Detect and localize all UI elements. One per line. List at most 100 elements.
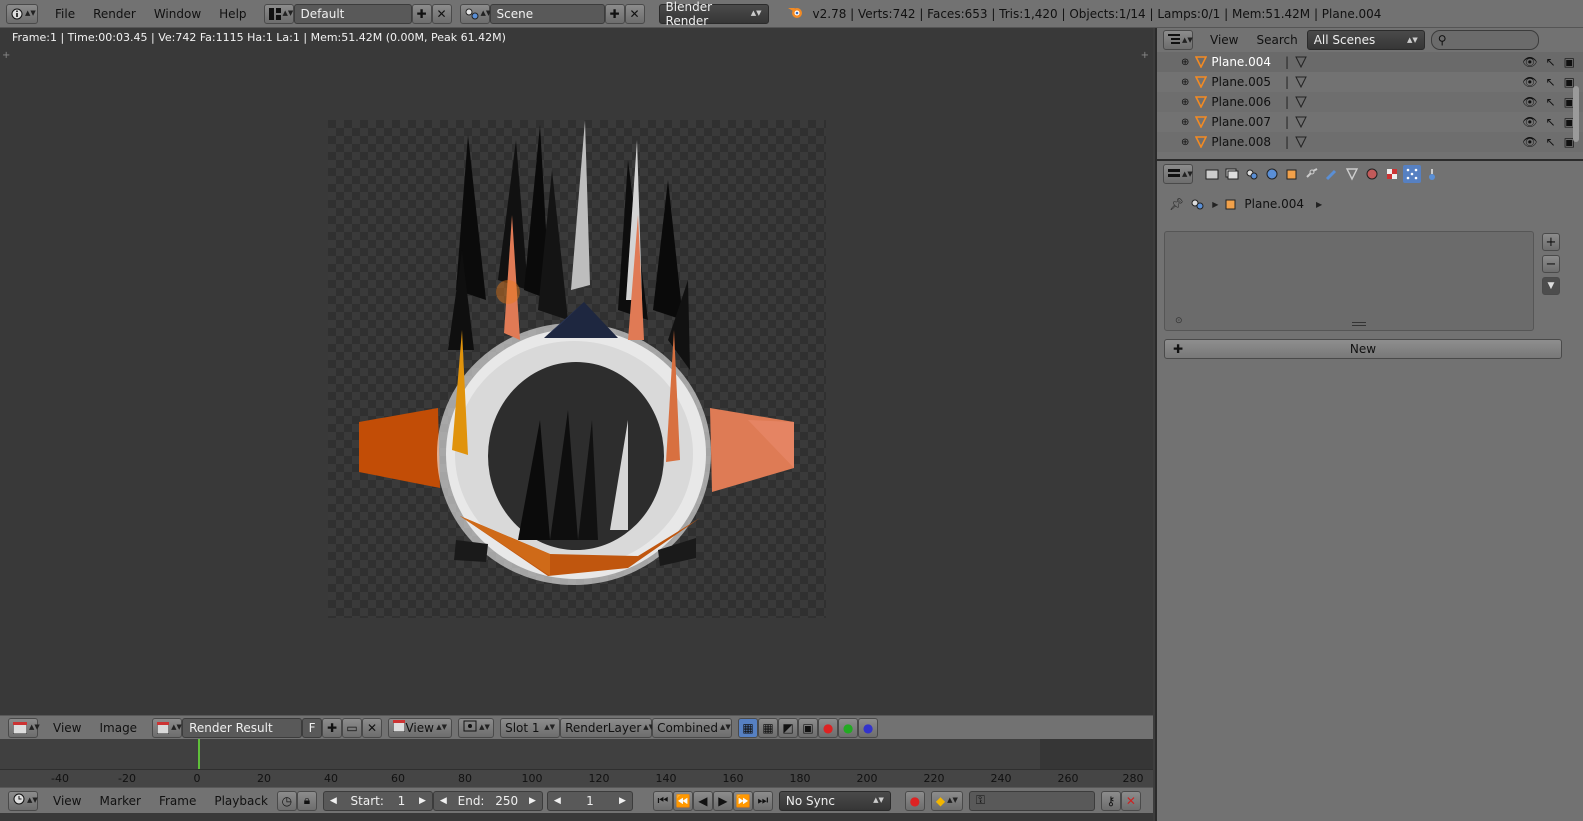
outliner-row-plane-006[interactable]: ⊕ Plane.006 | 👁︎ ↖ ▣ <box>1157 92 1583 112</box>
current-frame-line[interactable] <box>198 739 200 769</box>
render-layer-selector[interactable]: RenderLayer ▲▼ <box>560 717 654 738</box>
view-mode-selector[interactable]: View ▲▼ <box>388 717 453 738</box>
remove-slot-button[interactable]: − <box>1542 255 1560 273</box>
menu-render[interactable]: Render <box>84 7 145 21</box>
screen-layout-selector[interactable]: ▲▼ <box>263 3 294 24</box>
pivot-selector[interactable]: ▲▼ <box>458 717 495 738</box>
render-tab-icon[interactable] <box>1203 165 1221 183</box>
menu-playback[interactable]: Playback <box>205 794 277 808</box>
constraints-tab-icon[interactable] <box>1303 165 1321 183</box>
filter-options-icon[interactable]: ⊙ <box>1175 316 1183 326</box>
mesh-data-icon[interactable] <box>1295 56 1307 68</box>
render-layers-tab-icon[interactable] <box>1223 165 1241 183</box>
particles-tab-icon[interactable] <box>1403 165 1421 183</box>
eye-icon[interactable]: 👁︎ <box>1522 75 1537 89</box>
jump-keyframe-back-button[interactable]: ⏪ <box>672 790 693 811</box>
display-color-button[interactable]: ▦ <box>758 717 779 738</box>
display-alpha-button[interactable]: ◩ <box>778 717 799 738</box>
mesh-data-icon[interactable] <box>1295 136 1307 148</box>
area-corner-plus-icon[interactable]: + <box>1141 50 1149 61</box>
timeline-ruler[interactable]: -40 -20 0 20 40 60 80 100 120 140 160 18… <box>0 769 1153 787</box>
jump-end-button[interactable]: ⏭ <box>752 790 773 811</box>
remove-screen-button[interactable]: ✕ <box>431 3 452 24</box>
object-tab-icon[interactable] <box>1283 165 1301 183</box>
keying-set-selector[interactable]: ◆ ▲▼ <box>930 790 963 811</box>
outliner-row-plane-007[interactable]: ⊕ Plane.007 | 👁︎ ↖ ▣ <box>1157 112 1583 132</box>
remove-scene-button[interactable]: ✕ <box>624 3 645 24</box>
eye-icon[interactable]: 👁︎ <box>1522 55 1537 69</box>
pin-icon[interactable]: 📌︎ <box>1169 197 1184 211</box>
list-resize-grip[interactable] <box>1352 322 1366 326</box>
scene-selector[interactable]: ▲▼ <box>459 3 491 24</box>
editor-type-button[interactable]: ▲▼ <box>1163 164 1193 184</box>
display-color-alpha-button[interactable]: ▦ <box>738 717 759 738</box>
modifiers-tab-icon[interactable] <box>1323 165 1341 183</box>
display-zbuffer-button[interactable]: ▣ <box>798 717 819 738</box>
material-tab-icon[interactable] <box>1363 165 1381 183</box>
eye-icon[interactable]: 👁︎ <box>1522 115 1537 129</box>
outliner-row-plane-008[interactable]: ⊕ Plane.008 | 👁︎ ↖ ▣ <box>1157 132 1583 152</box>
image-browse-button[interactable]: ▲▼ <box>152 717 183 738</box>
delete-keyframe-button[interactable]: ✕ <box>1120 790 1141 811</box>
cursor-icon[interactable]: ↖ <box>1546 135 1556 149</box>
display-mode-selector[interactable]: All Scenes ▲▼ <box>1306 30 1425 50</box>
outliner-row-plane-004[interactable]: ⊕ Plane.004 | 👁︎ ↖ ▣ <box>1157 52 1583 72</box>
add-scene-button[interactable]: ✚ <box>604 3 625 24</box>
outliner-row-plane-005[interactable]: ⊕ Plane.005 | 👁︎ ↖ ▣ <box>1157 72 1583 92</box>
editor-type-button[interactable]: ▲▼ <box>8 717 40 738</box>
scene-name[interactable]: Scene <box>489 3 605 24</box>
unlink-image-button[interactable]: ✕ <box>362 717 383 738</box>
jump-keyframe-forward-button[interactable]: ⏩ <box>732 790 753 811</box>
eye-icon[interactable]: 👁︎ <box>1522 135 1537 149</box>
insert-keyframe-button[interactable]: ⚷ <box>1100 790 1121 811</box>
specials-menu-button[interactable]: ▼ <box>1542 277 1560 295</box>
menu-marker[interactable]: Marker <box>90 794 149 808</box>
world-tab-icon[interactable] <box>1263 165 1281 183</box>
menu-frame[interactable]: Frame <box>150 794 205 808</box>
texture-tab-icon[interactable] <box>1383 165 1401 183</box>
menu-view[interactable]: View <box>44 794 90 808</box>
render-pass-selector[interactable]: Combined ▲▼ <box>652 717 733 738</box>
blue-channel-button[interactable]: ● <box>858 717 879 738</box>
editor-type-button[interactable]: ▲▼ <box>8 790 38 811</box>
sync-mode-selector[interactable]: No Sync ▲▼ <box>778 790 891 811</box>
outliner-scrollbar[interactable] <box>1573 86 1579 142</box>
new-particle-system-button[interactable]: ✚ New <box>1164 339 1562 359</box>
expand-icon[interactable]: ⊕ <box>1181 117 1189 128</box>
physics-tab-icon[interactable] <box>1423 165 1441 183</box>
active-keying-set-field[interactable]: ⚿ <box>968 790 1095 811</box>
outliner-search-input[interactable]: ⚲ <box>1430 30 1539 50</box>
jump-start-button[interactable]: ⏮ <box>652 790 673 811</box>
image-name-field[interactable]: Render Result <box>182 717 303 738</box>
editor-type-button[interactable]: ▲▼ <box>1163 30 1193 50</box>
fake-user-toggle[interactable]: F <box>302 717 323 738</box>
menu-help[interactable]: Help <box>210 7 255 21</box>
start-frame-field[interactable]: ◀ Start: 1 ▶ <box>322 790 433 811</box>
render-result-image[interactable] <box>328 120 826 618</box>
current-frame-field[interactable]: ◀ 1 ▶ <box>546 790 633 811</box>
properties-area[interactable]: ▲▼ 📌︎ ▶ Plane.004 ▶ ⊙ + − ▼ ✚ New <box>1155 159 1583 821</box>
green-channel-button[interactable]: ● <box>838 717 859 738</box>
render-engine-selector[interactable]: Blender Render ▲▼ <box>658 0 769 28</box>
new-image-button[interactable]: ✚ <box>322 717 343 738</box>
expand-icon[interactable]: ⊕ <box>1181 77 1189 88</box>
timeline-area[interactable]: -40 -20 0 20 40 60 80 100 120 140 160 18… <box>0 739 1153 787</box>
preview-range-button[interactable]: ◷ <box>276 790 297 811</box>
menu-file[interactable]: File <box>46 7 84 21</box>
outliner-area[interactable]: ▲▼ View Search All Scenes ▲▼ ⚲ ⊕ Plane.0… <box>1155 28 1583 159</box>
cursor-icon[interactable]: ↖ <box>1546 55 1556 69</box>
add-screen-button[interactable]: ✚ <box>411 3 432 24</box>
lock-range-button[interactable]: 🔒︎ <box>296 790 317 811</box>
expand-icon[interactable]: ⊕ <box>1181 57 1189 68</box>
menu-view[interactable]: View <box>44 721 90 735</box>
end-frame-field[interactable]: ◀ End: 250 ▶ <box>432 790 543 811</box>
eye-icon[interactable]: 👁︎ <box>1522 95 1537 109</box>
menu-image[interactable]: Image <box>90 721 146 735</box>
cursor-icon[interactable]: ↖ <box>1546 95 1556 109</box>
scene-tab-icon[interactable] <box>1243 165 1261 183</box>
mesh-data-icon[interactable] <box>1295 96 1307 108</box>
data-tab-icon[interactable] <box>1343 165 1361 183</box>
menu-search[interactable]: Search <box>1247 33 1306 47</box>
mesh-data-icon[interactable] <box>1295 76 1307 88</box>
play-reverse-button[interactable]: ◀ <box>692 790 713 811</box>
